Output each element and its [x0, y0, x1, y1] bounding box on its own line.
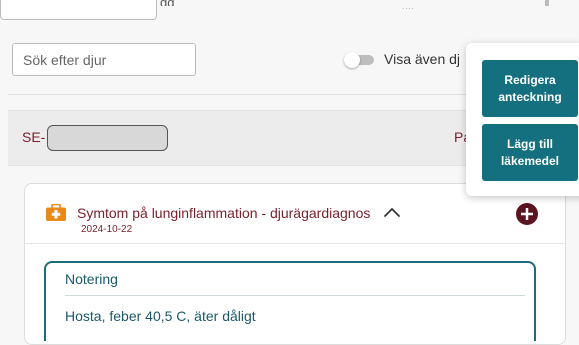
add-medicine-button[interactable]: Lägg till läkemedel: [482, 124, 578, 181]
add-button[interactable]: [516, 203, 538, 225]
show-also-toggle[interactable]: [344, 52, 376, 68]
plus-icon: [521, 208, 533, 220]
first-aid-kit-icon: [46, 203, 66, 221]
note-title: Notering: [65, 271, 118, 287]
search-animal-input[interactable]: [12, 43, 196, 76]
symptom-date: 2024-10-22: [81, 224, 133, 235]
top-dots: ....: [402, 2, 415, 11]
toggle-label: Visa även dj: [384, 51, 461, 67]
top-edge-element: [545, 0, 549, 6]
card-divider: [24, 243, 564, 244]
note-divider: [65, 295, 525, 296]
edit-note-button[interactable]: Redigera anteckning: [482, 60, 578, 117]
redacted-animal-id: [47, 125, 168, 151]
chevron-up-icon[interactable]: [382, 205, 402, 219]
toggle-knob: [344, 52, 360, 68]
animal-id-prefix: SE-: [22, 129, 46, 145]
note-text: Hosta, feber 40,5 C, äter dåligt: [65, 308, 256, 324]
symptom-title[interactable]: Symtom på lunginflammation - djurägardia…: [77, 205, 370, 221]
top-dropdown[interactable]: [0, 0, 157, 20]
top-text-fragment: gg: [160, 0, 174, 6]
